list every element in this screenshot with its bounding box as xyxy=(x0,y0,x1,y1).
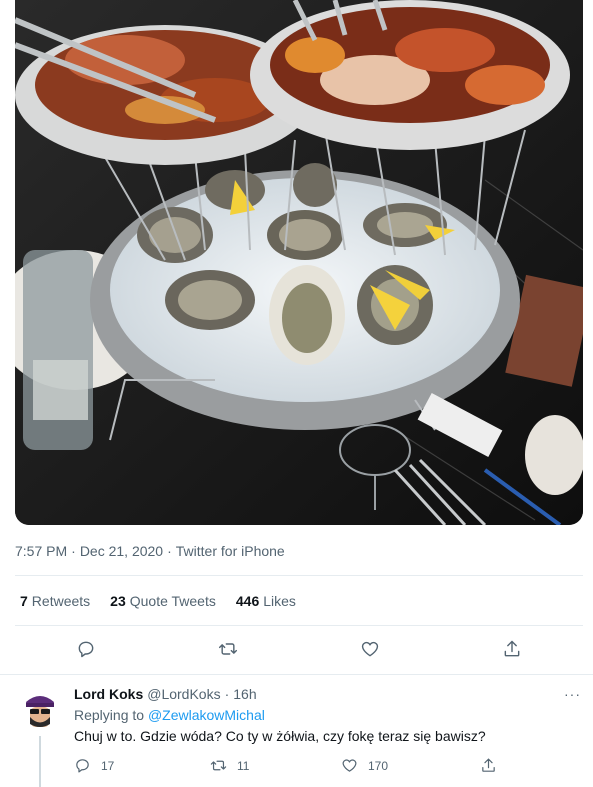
reply-button[interactable] xyxy=(73,636,99,662)
reply-icon xyxy=(76,759,89,773)
reply-text: Chuj w to. Gdzie wóda? Co ty w żółwia, c… xyxy=(74,728,486,744)
quotes-count: 23 xyxy=(110,593,126,609)
tweet-meta: 7:57 PM · Dec 21, 2020 · Twitter for iPh… xyxy=(15,541,285,561)
seafood-tower-image xyxy=(15,0,583,525)
tweet-stats: 7 Retweets 23 Quote Tweets 446 Likes xyxy=(20,590,296,612)
retweets-count: 7 xyxy=(20,593,28,609)
tweet-time[interactable]: 7:57 PM xyxy=(15,543,67,559)
divider xyxy=(15,575,583,576)
reply-separator: · xyxy=(224,686,230,702)
tweet-actions-bar xyxy=(15,636,583,662)
reply-like-button[interactable]: 170 xyxy=(341,757,388,774)
reply-share-button[interactable] xyxy=(480,757,497,774)
likes-label: Likes xyxy=(263,593,296,609)
retweet-count: 11 xyxy=(237,758,250,773)
tweet-date[interactable]: Dec 21, 2020 xyxy=(80,543,163,559)
avatar-image xyxy=(20,688,60,728)
share-button[interactable] xyxy=(499,636,525,662)
like-icon xyxy=(361,641,379,657)
retweet-icon xyxy=(218,643,238,655)
share-icon xyxy=(482,758,495,772)
meta-separator: · xyxy=(167,543,172,559)
reply-actions-bar: 17 11 170 xyxy=(74,757,504,777)
retweets-label: Retweets xyxy=(31,593,91,609)
reply-author-name[interactable]: Lord Koks xyxy=(74,686,143,702)
reply-author-handle[interactable]: @LordKoks xyxy=(147,686,220,702)
likes-stat[interactable]: 446 Likes xyxy=(236,593,296,609)
retweet-icon xyxy=(210,760,227,771)
reply-header: Lord Koks @LordKoks · 16h xyxy=(74,686,257,702)
thread-line xyxy=(39,736,41,787)
replying-mention-link[interactable]: @ZewlakowMichal xyxy=(148,707,265,723)
divider xyxy=(15,625,583,626)
reply-tweet[interactable]: Lord Koks @LordKoks · 16h ··· Replying t… xyxy=(0,676,593,787)
reply-retweet-button[interactable]: 11 xyxy=(210,757,249,774)
replying-to: Replying to @ZewlakowMichal xyxy=(74,707,265,723)
share-icon xyxy=(504,640,520,657)
like-button[interactable] xyxy=(357,636,383,662)
reply-time[interactable]: 16h xyxy=(233,686,256,702)
tweet-source[interactable]: Twitter for iPhone xyxy=(176,543,285,559)
divider xyxy=(0,674,593,675)
tweet-photo[interactable] xyxy=(15,0,583,525)
replying-prefix: Replying to xyxy=(74,707,145,723)
quote-tweets-stat[interactable]: 23 Quote Tweets xyxy=(110,593,216,609)
like-count: 170 xyxy=(368,758,389,773)
reply-reply-button[interactable]: 17 xyxy=(74,757,114,774)
reply-count: 17 xyxy=(101,758,115,773)
avatar[interactable] xyxy=(20,688,60,728)
reply-icon xyxy=(78,641,94,658)
meta-separator: · xyxy=(71,543,76,559)
quotes-label: Quote Tweets xyxy=(129,593,216,609)
like-icon xyxy=(342,759,357,772)
more-options-icon[interactable]: ··· xyxy=(564,686,581,702)
likes-count: 446 xyxy=(235,593,260,609)
retweet-button[interactable] xyxy=(215,636,241,662)
retweets-stat[interactable]: 7 Retweets xyxy=(20,593,90,609)
